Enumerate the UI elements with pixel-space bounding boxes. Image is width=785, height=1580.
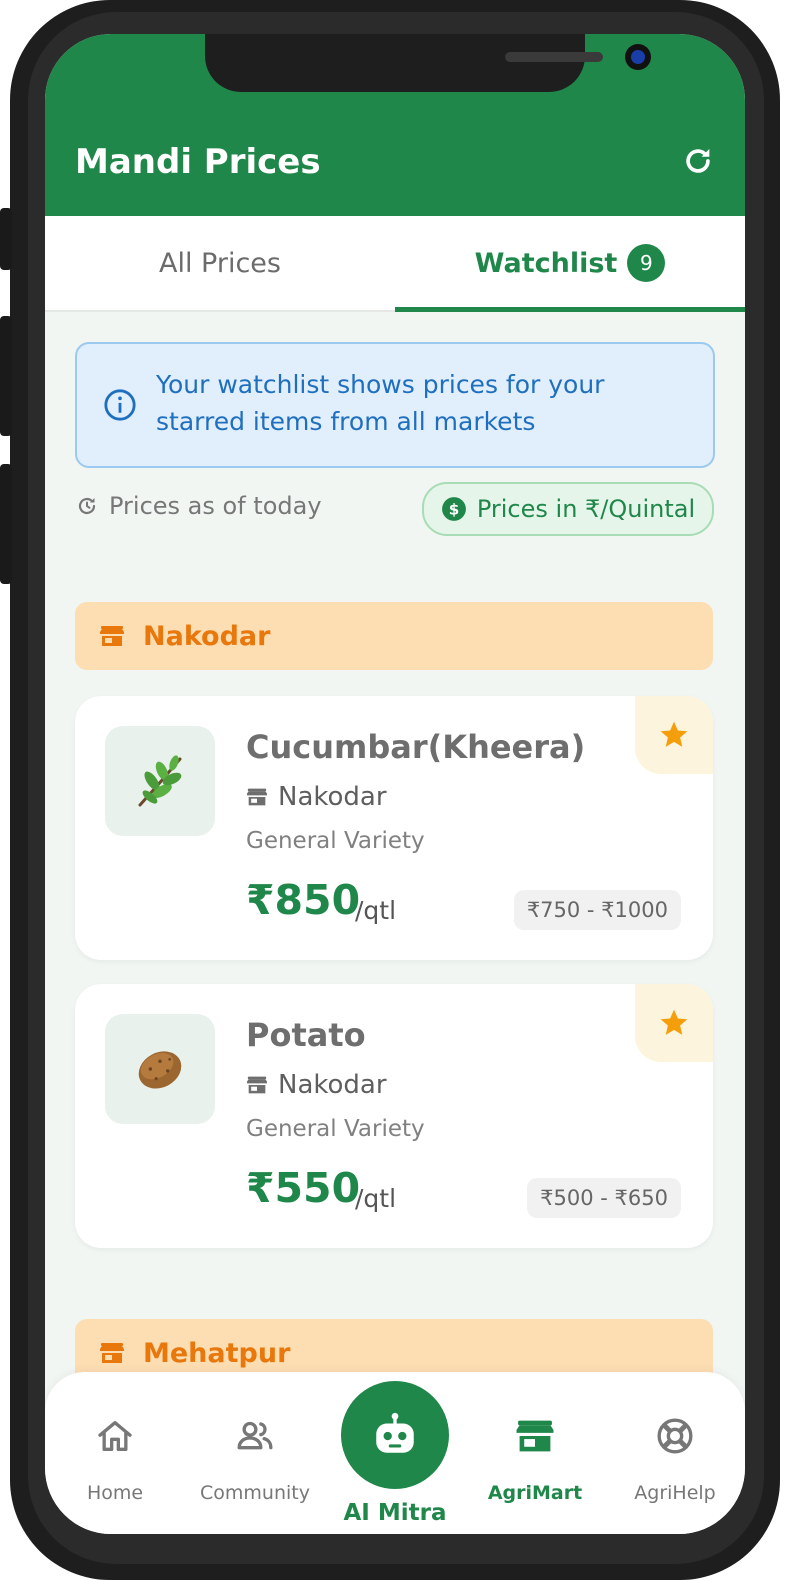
item-market: Nakodar [246, 782, 387, 812]
tab-all-prices[interactable]: All Prices [45, 216, 395, 310]
price-unit: /qtl [355, 896, 397, 925]
item-variety: General Variety [246, 1116, 425, 1142]
store-icon [100, 1343, 124, 1363]
phone-side-button [0, 208, 12, 270]
item-variety: General Variety [246, 828, 425, 854]
store-icon [247, 788, 267, 806]
front-camera [625, 44, 651, 70]
item-name: Cucumbar(Kheera) [246, 728, 586, 766]
phone-notch [205, 34, 651, 92]
svg-text:$: $ [449, 500, 460, 518]
watchlist-count-badge: 9 [627, 244, 666, 282]
speaker-grille [505, 52, 603, 62]
nav-agrihelp-label: AgriHelp [634, 1482, 716, 1504]
history-icon [78, 497, 96, 515]
prices-as-of-text: Prices as of today [109, 492, 322, 520]
phone-side-button [0, 316, 12, 436]
ai-mitra-button[interactable] [341, 1381, 449, 1489]
price-card[interactable]: Potato Nakodar General Variety ₹550 /qtl… [75, 984, 713, 1248]
page-title: Mandi Prices [75, 142, 321, 182]
price-range: ₹750 - ₹1000 [513, 890, 681, 930]
store-icon [516, 1420, 554, 1452]
item-name: Potato [246, 1016, 366, 1054]
info-banner-text: Your watchlist shows prices for your sta… [156, 370, 605, 436]
market-header-nakodar: Nakodar [75, 602, 713, 670]
item-market-name: Nakodar [278, 1070, 387, 1100]
star-icon [660, 721, 688, 747]
item-market: Nakodar [246, 1070, 387, 1100]
store-icon [247, 1076, 267, 1094]
nav-agrihelp[interactable]: AgriHelp [605, 1372, 745, 1534]
price-unit-chip: $ Prices in ₹/Quintal [422, 482, 714, 536]
tab-bar: All Prices Watchlist 9 [45, 216, 745, 312]
ai-mitra-label: AI Mitra [343, 1500, 447, 1526]
market-name: Mehatpur [143, 1337, 291, 1369]
price-unit: /qtl [355, 1184, 397, 1213]
item-market-name: Nakodar [278, 782, 387, 812]
item-thumbnail [105, 726, 215, 836]
watchlist-star-button[interactable] [635, 696, 713, 774]
refresh-icon[interactable] [681, 144, 715, 178]
potato-icon [138, 1051, 182, 1089]
herb-leaf-icon [138, 755, 182, 807]
currency-icon: $ [441, 497, 466, 521]
item-price: ₹850 [246, 876, 361, 924]
app-screen: Mandi Prices All Prices Watchlist 9 Your… [45, 34, 745, 1534]
item-price: ₹550 [246, 1164, 361, 1212]
watchlist-star-button[interactable] [635, 984, 713, 1062]
robot-icon [376, 1412, 414, 1453]
nav-home-label: Home [86, 1482, 144, 1504]
price-card[interactable]: Cucumbar(Kheera) Nakodar General Variety… [75, 696, 713, 960]
info-banner: Your watchlist shows prices for your sta… [75, 342, 715, 468]
tab-watchlist-label: Watchlist [474, 247, 618, 279]
nav-home[interactable]: Home [45, 1372, 185, 1534]
store-icon [100, 626, 124, 646]
prices-as-of: Prices as of today [75, 492, 322, 520]
people-icon [237, 1421, 273, 1450]
price-unit-text: Prices in ₹/Quintal [476, 495, 696, 523]
price-range: ₹500 - ₹650 [527, 1178, 681, 1218]
home-icon [98, 1421, 132, 1451]
active-tab-indicator [395, 307, 745, 312]
star-icon [660, 1009, 688, 1035]
item-thumbnail [105, 1014, 215, 1124]
lifebuoy-icon [657, 1418, 693, 1454]
tab-all-prices-label: All Prices [159, 247, 281, 279]
market-name: Nakodar [143, 620, 271, 652]
phone-side-button [0, 464, 12, 584]
info-icon [104, 389, 136, 421]
tab-watchlist[interactable]: Watchlist 9 [395, 216, 745, 310]
